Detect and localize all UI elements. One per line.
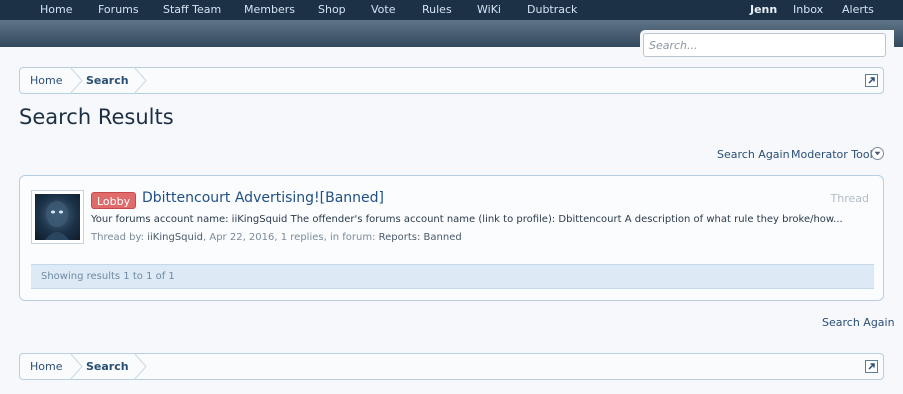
breadcrumb-separator-icon	[133, 67, 147, 94]
breadcrumb-home[interactable]: Home	[30, 68, 62, 93]
forum-link[interactable]: Reports: Banned	[379, 232, 462, 243]
nav-forums[interactable]: Forums	[98, 3, 139, 16]
nav-dubtrack[interactable]: Dubtrack	[527, 3, 577, 16]
avatar[interactable]	[31, 190, 84, 244]
meta-label: Thread by:	[91, 232, 145, 243]
nav-wiki[interactable]: WiKi	[477, 3, 501, 16]
results-pager: Showing results 1 to 1 of 1	[31, 264, 874, 289]
avatar-figure-icon	[45, 201, 69, 240]
breadcrumb-separator-icon	[69, 67, 83, 94]
nav-members[interactable]: Members	[244, 3, 295, 16]
breadcrumb-home[interactable]: Home	[30, 354, 62, 379]
nav-shop[interactable]: Shop	[318, 3, 346, 16]
chevron-down-icon[interactable]	[871, 147, 884, 160]
breadcrumb-search[interactable]: Search	[86, 354, 129, 379]
moderator-tools-link[interactable]: Moderator Tools	[791, 148, 878, 161]
breadcrumb-search[interactable]: Search	[86, 68, 129, 93]
thread-title-link[interactable]: Dbittencourt Advertising![Banned]	[142, 190, 384, 206]
external-jump-icon[interactable]	[865, 74, 878, 87]
result-snippet[interactable]: Your forums account name: iiKingSquid Th…	[91, 214, 843, 225]
search-again-link-bottom[interactable]: Search Again	[822, 316, 895, 329]
post-date: Apr 22, 2016	[209, 232, 275, 243]
replies-text: 1 replies, in forum:	[280, 232, 376, 243]
nav-home[interactable]: Home	[40, 3, 72, 16]
search-input[interactable]	[643, 33, 886, 57]
nav-vote[interactable]: Vote	[371, 3, 395, 16]
author-link[interactable]: iiKingSquid	[147, 232, 203, 243]
breadcrumb-top: Home Search	[19, 67, 884, 94]
nav-rules[interactable]: Rules	[422, 3, 452, 16]
avatar-image	[35, 194, 80, 240]
nav-user-jenn[interactable]: Jenn	[750, 3, 777, 16]
breadcrumb-separator-icon	[69, 353, 83, 380]
breadcrumb-bottom: Home Search	[19, 353, 884, 380]
external-jump-icon[interactable]	[865, 360, 878, 373]
prefix-badge[interactable]: Lobby	[91, 192, 137, 209]
nav-staff-team[interactable]: Staff Team	[163, 3, 221, 16]
result-meta: Thread by: iiKingSquid, Apr 22, 2016, 1 …	[91, 232, 462, 243]
nav-inbox[interactable]: Inbox	[793, 3, 823, 16]
breadcrumb-separator-icon	[133, 353, 147, 380]
search-again-link[interactable]: Search Again	[717, 148, 790, 161]
page-title: Search Results	[19, 105, 174, 129]
search-results-panel: Lobby Dbittencourt Advertising![Banned] …	[19, 175, 884, 301]
nav-alerts[interactable]: Alerts	[842, 3, 874, 16]
content-type-label: Thread	[830, 192, 869, 205]
top-navbar: Home Forums Staff Team Members Shop Vote…	[0, 0, 903, 20]
